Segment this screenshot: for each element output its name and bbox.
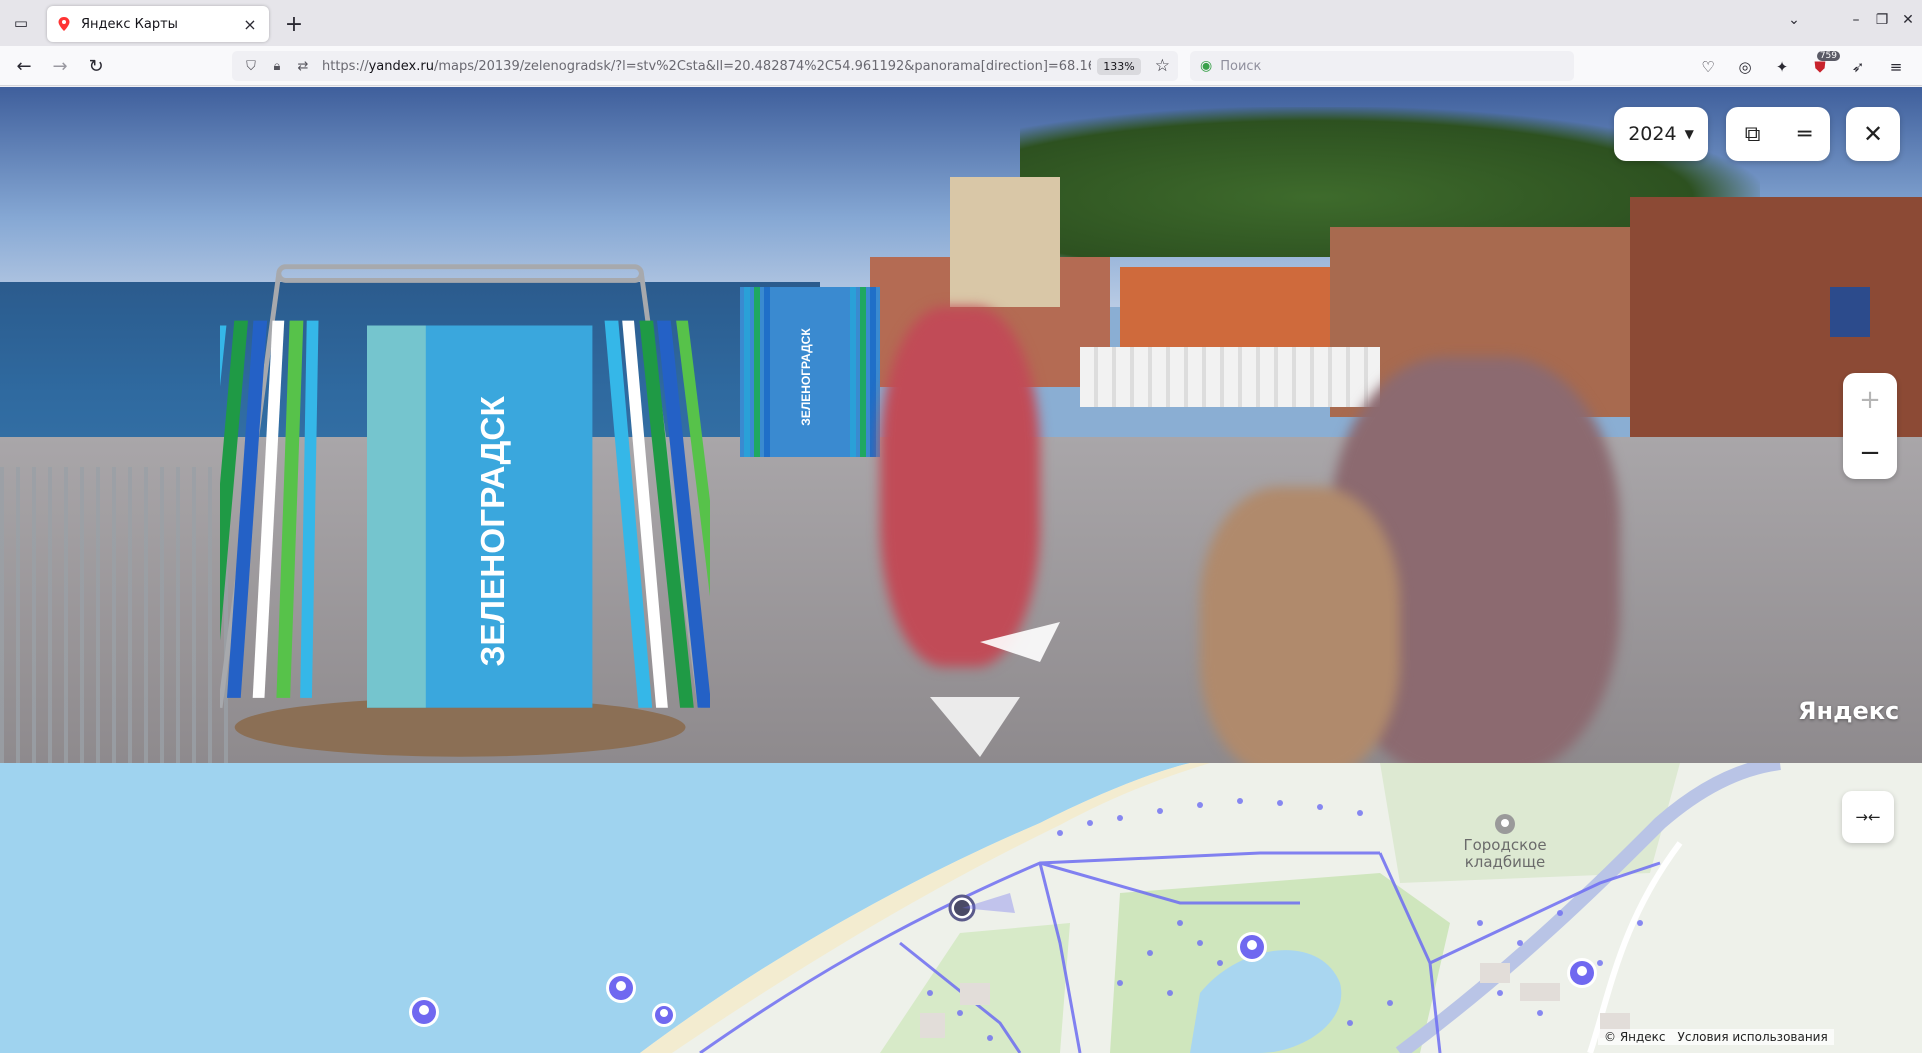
street-panorama[interactable]: ЗЕЛЕНОГРАДСК ЗЕЛЕНОГРАДСК 2024 ▼ ⧉ ═ ✕ +… — [0, 87, 1922, 763]
account-icon[interactable]: ◎ — [1733, 55, 1757, 79]
cemetery-icon — [1495, 814, 1515, 834]
panorama-pin-icon[interactable] — [651, 1002, 677, 1028]
back-arrow-icon[interactable]: ← — [10, 52, 38, 80]
beach-changing-cabin: ЗЕЛЕНОГРАДСК — [220, 264, 710, 757]
navigation-bar: ← → ↻ ⛉ 🔒︎ ⇄ https://yandex.ru/maps/2013… — [0, 46, 1922, 86]
shield-icon[interactable]: ⛉ — [240, 55, 262, 77]
url-text[interactable]: https://yandex.ru/maps/20139/zelenograds… — [322, 59, 1091, 74]
tab-title: Яндекс Карты — [81, 16, 178, 32]
menu-icon[interactable]: ≡ — [1884, 55, 1908, 79]
cemetery-label: Городское кладбище — [1463, 836, 1547, 871]
zoom-out-button[interactable]: − — [1843, 426, 1897, 479]
map-canvas — [640, 763, 1922, 1053]
external-link-icon[interactable]: ⧉ — [1745, 122, 1761, 147]
reload-icon[interactable]: ↻ — [82, 52, 110, 80]
tab-strip: ▭ Яндекс Карты × + ⌄ – ❐ ✕ — [0, 0, 1922, 46]
forward-arrow-icon[interactable]: → — [46, 52, 74, 80]
ublock-icon[interactable]: ⛊ 759 — [1808, 51, 1840, 79]
permissions-icon[interactable]: ⇄ — [292, 55, 314, 77]
extension-badge: 759 — [1816, 51, 1840, 61]
bookmark-star-icon[interactable]: ☆ — [1155, 56, 1170, 76]
map-copyright: © Яндекс Условия использования — [1598, 1029, 1834, 1045]
year-label: 2024 — [1628, 123, 1677, 145]
pano-forward-arrow-icon[interactable] — [980, 622, 1060, 662]
close-window-icon[interactable]: ✕ — [1900, 12, 1916, 28]
extension-bird-icon[interactable]: ➶ — [1846, 55, 1870, 79]
new-tab-button[interactable]: + — [280, 10, 308, 38]
zoom-in-button[interactable]: + — [1843, 373, 1897, 426]
close-icon: ✕ — [1862, 120, 1884, 148]
chevron-down-icon[interactable]: ⌄ — [1780, 12, 1808, 34]
close-panorama-button[interactable]: ✕ — [1846, 107, 1900, 161]
collapse-map-button[interactable]: →← — [1842, 791, 1894, 843]
lock-icon[interactable]: 🔒︎ — [266, 55, 288, 77]
search-input[interactable] — [1220, 58, 1551, 74]
search-bar[interactable]: ◉ — [1190, 51, 1574, 81]
tab-close-icon[interactable]: × — [241, 15, 259, 34]
panorama-pin-icon[interactable] — [407, 995, 441, 1029]
panorama-pin-icon[interactable] — [604, 971, 638, 1005]
collapse-arrows-icon: →← — [1855, 808, 1881, 826]
pocket-icon[interactable]: ♡ — [1696, 55, 1720, 79]
copyright-text[interactable]: © Яндекс — [1604, 1030, 1666, 1044]
hamburger-icon[interactable]: ═ — [1798, 122, 1811, 147]
yandex-maps-pin-icon — [58, 17, 70, 31]
search-engine-icon: ◉ — [1200, 58, 1213, 74]
restore-icon[interactable]: ❐ — [1874, 12, 1890, 28]
panorama-pin-icon[interactable] — [1235, 930, 1269, 964]
panorama-zoom-control: + − — [1843, 373, 1897, 479]
mini-map[interactable]: Городское кладбище →← © Яндекс Условия и… — [0, 763, 1922, 1053]
extensions-icon[interactable]: ✦ — [1770, 55, 1794, 79]
panorama-actions: ⧉ ═ — [1726, 107, 1830, 161]
small-beach-cabin: ЗЕЛЕНОГРАДСК — [740, 287, 880, 457]
window-controls: – ❐ ✕ — [1848, 12, 1916, 28]
terms-link[interactable]: Условия использования — [1678, 1030, 1828, 1044]
pano-direction-arrow-icon[interactable] — [930, 697, 1020, 757]
minimize-icon[interactable]: – — [1848, 12, 1864, 28]
yandex-watermark: Яндекс — [1798, 697, 1900, 725]
pedestrian — [880, 307, 1040, 667]
panorama-pin-icon[interactable] — [1565, 956, 1599, 990]
address-bar[interactable]: ⛉ 🔒︎ ⇄ https://yandex.ru/maps/20139/zele… — [232, 51, 1178, 81]
zoom-level-badge[interactable]: 133% — [1097, 57, 1141, 75]
list-all-tabs-icon[interactable]: ▭ — [6, 10, 36, 36]
blurred-person — [1200, 487, 1400, 763]
tab-yandex-maps[interactable]: Яндекс Карты × — [47, 6, 269, 42]
cabin-text: ЗЕЛЕНОГРАДСК — [475, 396, 512, 667]
small-cabin-text: ЗЕЛЕНОГРАДСК — [799, 328, 813, 426]
year-selector[interactable]: 2024 ▼ — [1614, 107, 1708, 161]
caret-down-icon: ▼ — [1684, 127, 1694, 141]
panorama-railing — [0, 467, 230, 763]
